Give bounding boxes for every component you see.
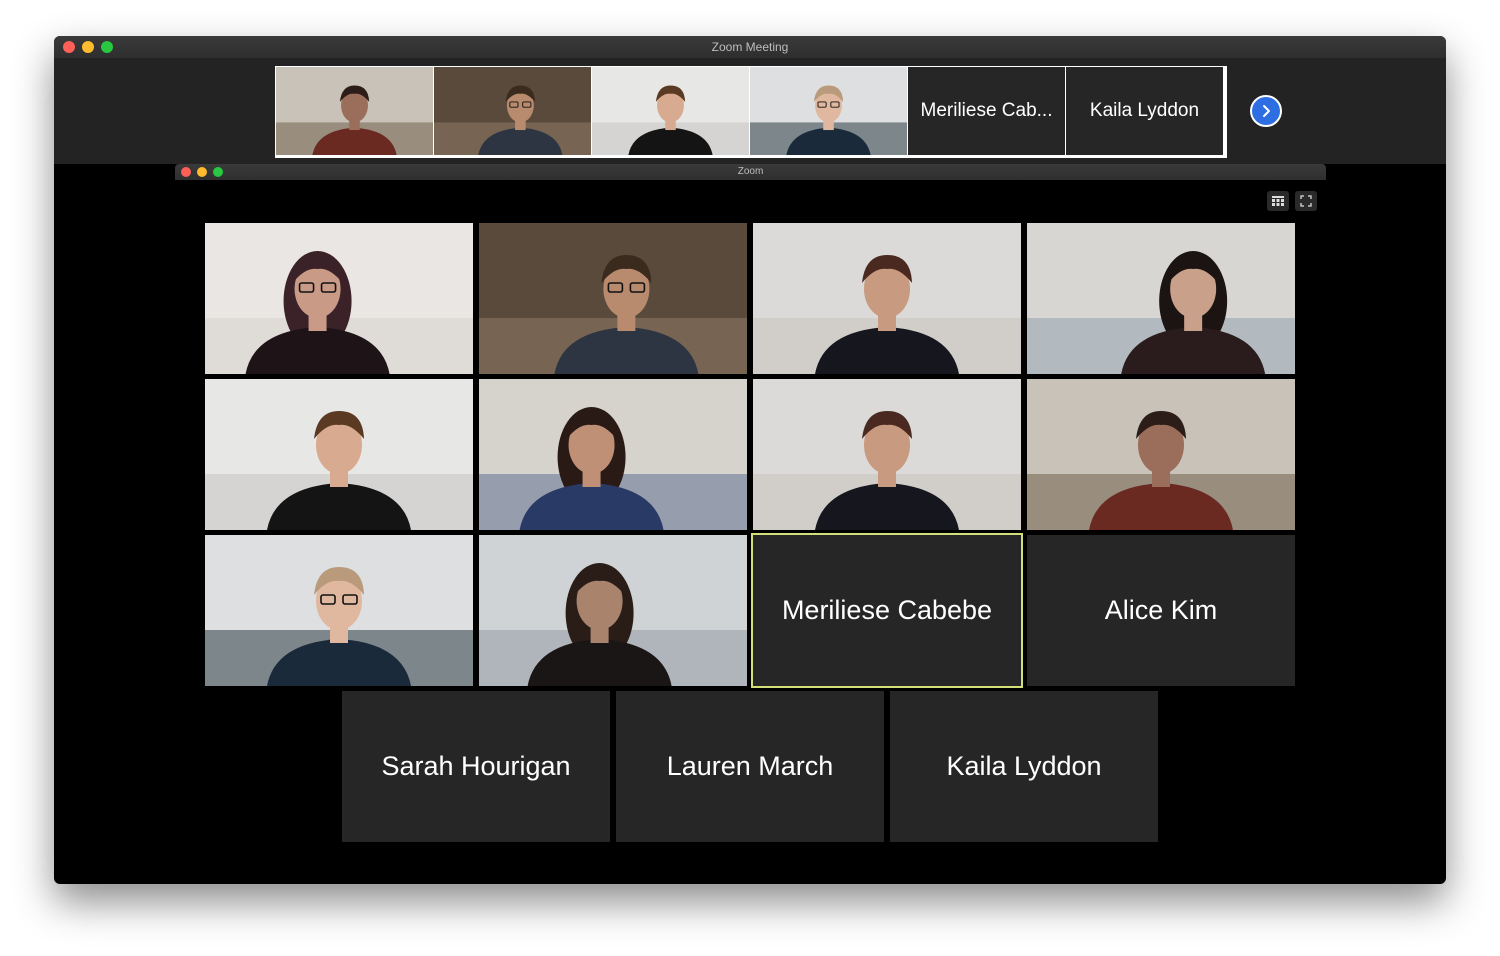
- gallery-view-button[interactable]: [1267, 191, 1289, 211]
- participant-name: Lauren March: [666, 751, 834, 781]
- participant-name-tile-active-speaker[interactable]: Meriliese Cabebe: [751, 533, 1023, 688]
- participant-video-tile[interactable]: [479, 379, 747, 530]
- fullscreen-icon: [1300, 195, 1312, 207]
- participant-video-tile[interactable]: [205, 223, 473, 374]
- window-titlebar: Zoom Meeting: [54, 36, 1446, 59]
- participant-name: Meriliese Cab...: [920, 100, 1053, 121]
- participant-name-tile[interactable]: Sarah Hourigan: [342, 691, 610, 842]
- participant-video-tile[interactable]: [205, 379, 473, 530]
- fullscreen-button[interactable]: [1295, 191, 1317, 211]
- filmstrip-video-tile[interactable]: [434, 67, 591, 155]
- gallery-window-title: Zoom: [737, 166, 764, 177]
- chevron-right-icon: [1263, 105, 1270, 117]
- grid-icon: [1272, 196, 1284, 206]
- participant-video-tile[interactable]: [479, 535, 747, 686]
- filmstrip-video-tile[interactable]: [750, 67, 907, 155]
- filmstrip-bar: Meriliese Cab... Kaila Lyddon: [54, 58, 1446, 164]
- webcam-feed: [1027, 379, 1295, 530]
- webcam-feed: [479, 379, 747, 530]
- participant-name: Alice Kim: [1104, 595, 1218, 625]
- participant-video-tile[interactable]: [205, 535, 473, 686]
- filmstrip-video-tile[interactable]: [592, 67, 749, 155]
- participant-name-tile[interactable]: Kaila Lyddon: [890, 691, 1158, 842]
- webcam-feed: [479, 535, 747, 686]
- webcam-feed: [1027, 223, 1295, 374]
- participant-video-tile[interactable]: [1027, 379, 1295, 530]
- webcam-feed: [479, 223, 747, 374]
- webcam-feed: [750, 67, 907, 155]
- filmstrip-next-button[interactable]: [1250, 95, 1282, 127]
- participant-video-tile[interactable]: [479, 223, 747, 374]
- gallery-window: Zoom Meriliese Cabebe Alice Kim Sarah Ho…: [175, 164, 1326, 884]
- gallery-titlebar: Zoom: [175, 164, 1326, 180]
- filmstrip-name-tile[interactable]: Meriliese Cab...: [908, 67, 1065, 155]
- participant-name: Meriliese Cabebe: [781, 595, 993, 625]
- webcam-feed: [276, 67, 433, 155]
- filmstrip: Meriliese Cab... Kaila Lyddon: [275, 66, 1227, 158]
- webcam-feed: [592, 67, 749, 155]
- webcam-feed: [205, 535, 473, 686]
- participant-name-tile[interactable]: Lauren March: [616, 691, 884, 842]
- participant-name-tile[interactable]: Alice Kim: [1027, 535, 1295, 686]
- webcam-feed: [205, 379, 473, 530]
- participant-name: Kaila Lyddon: [1089, 100, 1200, 121]
- webcam-feed: [753, 223, 1021, 374]
- webcam-feed: [434, 67, 591, 155]
- webcam-feed: [205, 223, 473, 374]
- participant-video-tile[interactable]: [753, 223, 1021, 374]
- filmstrip-name-tile[interactable]: Kaila Lyddon: [1066, 67, 1223, 155]
- participant-video-tile[interactable]: [1027, 223, 1295, 374]
- window-title: Zoom Meeting: [711, 40, 789, 54]
- participant-name: Sarah Hourigan: [381, 751, 571, 781]
- filmstrip-video-tile[interactable]: [276, 67, 433, 155]
- participant-name: Kaila Lyddon: [946, 751, 1102, 781]
- participant-video-tile[interactable]: [753, 379, 1021, 530]
- webcam-feed: [753, 379, 1021, 530]
- zoom-meeting-window: Zoom Meeting Meriliese Cab... Kaila Lydd…: [54, 36, 1446, 884]
